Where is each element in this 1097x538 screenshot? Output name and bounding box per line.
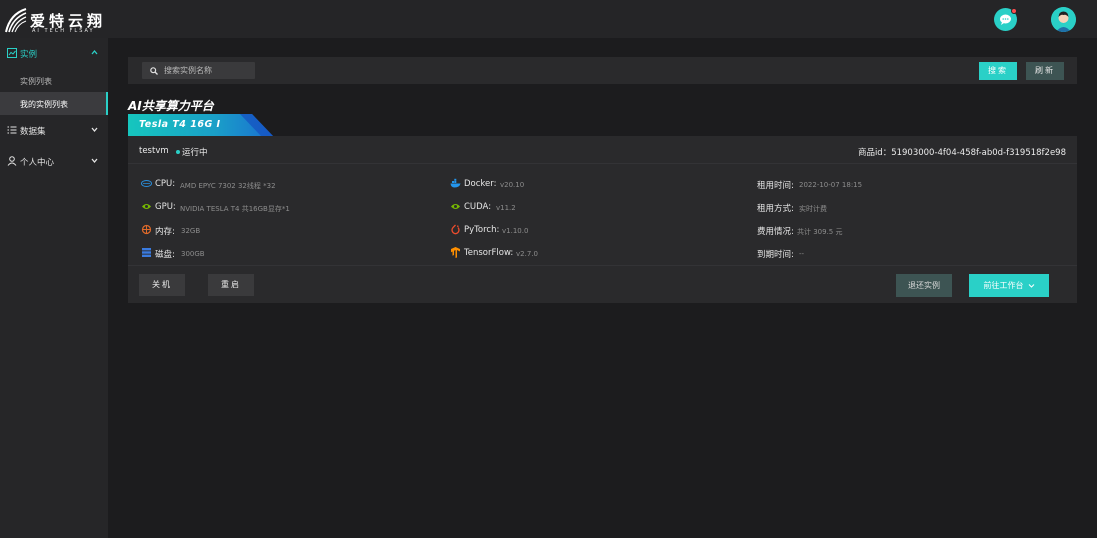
sidebar-group-datasets[interactable]: 数据集	[0, 117, 108, 143]
pytorch-icon	[451, 224, 460, 235]
workbench-button-label: 前往工作台	[983, 281, 1024, 290]
spec-value: 共计 309.5 元	[797, 228, 843, 236]
sidebar-item-instance-list[interactable]: 实例列表	[0, 69, 108, 92]
brand-logo[interactable]: 爱特云翔 AI TECH FLSAY	[4, 6, 108, 34]
logo-mark-icon	[5, 8, 27, 33]
instance-card-header: testvm 运行中 商品id：51903000-4f04-458f-ab0d-…	[128, 136, 1077, 164]
spec-value: 300GB	[181, 250, 205, 258]
chevron-down-icon	[91, 158, 98, 164]
spec-label: GPU:	[155, 202, 176, 212]
spec-label: 到期时间:	[757, 250, 794, 260]
memory-icon	[141, 224, 152, 235]
sidebar-item-my-instances[interactable]: 我的实例列表	[0, 92, 108, 115]
chevron-down-icon	[91, 127, 98, 133]
sidebar: 实例 实例列表 我的实例列表 数据集 个人中心	[0, 38, 108, 538]
gpu-tab-label: Tesla T4 16G I	[139, 119, 221, 130]
search-icon	[150, 67, 158, 75]
spec-label: 费用情况:	[757, 227, 794, 237]
spec-label: 租用方式:	[757, 204, 794, 214]
spec-value: v20.10	[500, 181, 525, 189]
spec-label: TensorFlow:	[464, 248, 514, 258]
instance-card: testvm 运行中 商品id：51903000-4f04-458f-ab0d-…	[128, 136, 1077, 303]
search-input[interactable]	[142, 62, 255, 79]
chevron-up-icon	[91, 49, 98, 55]
avatar[interactable]	[1051, 7, 1076, 32]
sidebar-group-label: 实例	[20, 50, 38, 60]
spec-label: Docker:	[464, 179, 497, 189]
user-icon	[7, 156, 17, 166]
spec-label: CUDA:	[464, 202, 492, 212]
nvidia-icon	[142, 204, 151, 209]
search-bar: 搜索 刷新	[128, 57, 1077, 84]
product-id: 商品id：51903000-4f04-458f-ab0d-f319518f2e9…	[857, 148, 1066, 158]
page-title: AI共享算力平台	[128, 99, 214, 113]
brand-name-en: AI TECH FLSAY	[32, 28, 95, 34]
sidebar-group-label: 个人中心	[20, 158, 55, 168]
spec-value: 32GB	[181, 227, 201, 235]
spec-label: CPU:	[155, 179, 176, 189]
sidebar-group-label: 数据集	[20, 127, 46, 137]
sidebar-item-label: 我的实例列表	[20, 100, 68, 109]
disk-icon	[142, 248, 151, 257]
gpu-tab[interactable]: Tesla T4 16G I	[128, 114, 273, 136]
cpu-icon	[141, 180, 152, 187]
instance-name: testvm	[139, 146, 169, 156]
sidebar-item-label: 实例列表	[20, 77, 52, 86]
spec-value: 2022-10-07 18:15	[799, 181, 863, 189]
instance-actions: 关机 重启 退还实例 前往工作台	[128, 267, 1077, 303]
shutdown-button[interactable]: 关机	[139, 274, 185, 296]
notification-dot	[1011, 8, 1017, 14]
sidebar-group-profile[interactable]: 个人中心	[0, 148, 108, 174]
return-instance-button[interactable]: 退还实例	[896, 274, 952, 297]
spec-value: v2.7.0	[516, 250, 538, 258]
go-to-workbench-button[interactable]: 前往工作台	[969, 274, 1049, 297]
instance-specs: CPU: AMD EPYC 7302 32线程 *32 GPU: NVIDIA …	[128, 165, 1077, 266]
tensorflow-icon	[451, 247, 460, 258]
user-avatar-icon	[1051, 7, 1076, 32]
chat-bubble-icon[interactable]	[994, 8, 1017, 31]
chart-icon	[7, 48, 17, 58]
restart-button[interactable]: 重启	[208, 274, 254, 296]
spec-value: --	[799, 250, 805, 258]
sidebar-group-instances[interactable]: 实例	[0, 40, 108, 66]
list-icon	[7, 126, 17, 134]
refresh-button[interactable]: 刷新	[1026, 62, 1064, 80]
status-dot	[176, 150, 180, 154]
status-badge: 运行中	[182, 148, 208, 158]
spec-label: 磁盘:	[155, 250, 175, 260]
spec-value: 实时计费	[799, 205, 827, 213]
docker-icon	[450, 178, 461, 188]
search-button[interactable]: 搜索	[979, 62, 1017, 80]
spec-label: 租用时间:	[757, 181, 794, 191]
chevron-down-icon	[1028, 284, 1034, 288]
spec-label: PyTorch:	[464, 225, 500, 235]
spec-value: v1.10.0	[502, 227, 529, 235]
top-bar: 爱特云翔 AI TECH FLSAY	[0, 0, 1097, 38]
spec-value: v11.2	[496, 204, 516, 212]
spec-value: NVIDIA TESLA T4 共16GB显存*1	[180, 205, 290, 213]
spec-label: 内存:	[155, 227, 175, 237]
spec-value: AMD EPYC 7302 32线程 *32	[180, 182, 276, 190]
nvidia-icon	[451, 204, 460, 209]
